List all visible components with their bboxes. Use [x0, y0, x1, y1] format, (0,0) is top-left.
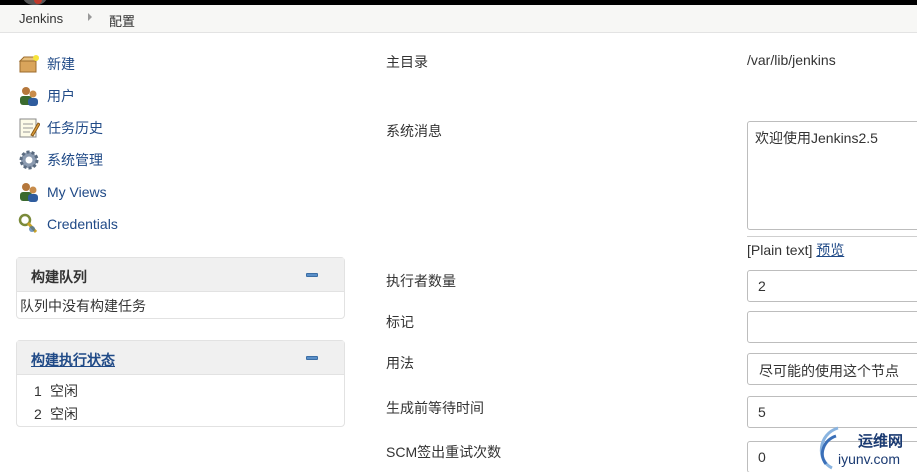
task-credentials-label: Credentials: [47, 216, 118, 232]
people-icon: [17, 180, 41, 204]
home-dir-label: 主目录: [386, 54, 428, 70]
build-queue-empty-text: 队列中没有构建任务: [20, 298, 146, 314]
build-queue-header: 构建队列: [17, 258, 344, 292]
quiet-period-label: 生成前等待时间: [386, 400, 484, 416]
notepad-icon: [17, 116, 41, 140]
executor-row: 1 空闲: [17, 379, 344, 402]
executors-title-link[interactable]: 构建执行状态: [31, 350, 115, 370]
task-build-history[interactable]: 任务历史: [17, 112, 347, 144]
usage-select[interactable]: 尽可能的使用这个节点: [747, 353, 917, 385]
task-my-views-label: My Views: [47, 184, 107, 200]
executor-status: 空闲: [50, 405, 78, 422]
home-dir-value: /var/lib/jenkins: [747, 52, 836, 68]
key-icon: [17, 212, 41, 236]
executors-panel: 构建执行状态 1 空闲 2 空闲: [16, 340, 345, 427]
system-message-label: 系统消息: [386, 123, 442, 139]
task-people-label: 用户: [47, 88, 75, 104]
build-queue-panel: 构建队列 队列中没有构建任务: [16, 257, 345, 319]
scm-retry-label: SCM签出重试次数: [386, 444, 502, 460]
collapse-icon[interactable]: [306, 273, 318, 277]
executors-count-input[interactable]: 2: [747, 270, 917, 302]
task-manage-jenkins[interactable]: 系统管理: [17, 144, 347, 176]
sidebar-tasks: 新建 用户 任务历史 系统管理 My Views Credentials: [17, 48, 347, 240]
people-icon: [17, 84, 41, 108]
build-queue-title: 构建队列: [31, 269, 87, 285]
executor-row: 2 空闲: [17, 402, 344, 425]
task-new-item[interactable]: 新建: [17, 48, 347, 80]
usage-label: 用法: [386, 355, 414, 371]
breadcrumb: Jenkins 配置: [0, 5, 917, 33]
watermark-text-cn: 运维网: [858, 433, 904, 450]
executors-count-label: 执行者数量: [386, 273, 456, 289]
task-manage-jenkins-label: 系统管理: [47, 152, 103, 168]
new-item-icon: [17, 52, 41, 76]
breadcrumb-separator-icon: [88, 13, 92, 21]
task-new-item-label: 新建: [47, 56, 75, 72]
task-build-history-label: 任务历史: [47, 120, 103, 136]
gear-icon: [17, 148, 41, 172]
task-credentials[interactable]: Credentials: [17, 208, 347, 240]
system-message-textarea[interactable]: 欢迎使用Jenkins2.5: [747, 121, 917, 230]
preview-link[interactable]: 预览: [816, 242, 844, 258]
executor-status: 空闲: [50, 382, 78, 399]
collapse-icon[interactable]: [306, 356, 318, 360]
task-my-views[interactable]: My Views: [17, 176, 347, 208]
watermark-text-en: iyunv.com: [838, 451, 900, 467]
labels-label: 标记: [386, 314, 414, 330]
labels-input[interactable]: [747, 311, 917, 343]
textarea-resize-rule[interactable]: [747, 236, 917, 237]
breadcrumb-jenkins[interactable]: Jenkins: [19, 11, 63, 26]
plain-text-label: [Plain text]: [747, 242, 813, 258]
executor-number: 2: [34, 405, 42, 422]
executor-number: 1: [34, 382, 42, 399]
executors-header: 构建执行状态: [17, 341, 344, 375]
breadcrumb-configure[interactable]: 配置: [109, 11, 135, 30]
task-people[interactable]: 用户: [17, 80, 347, 112]
markup-format-line: [Plain text] 预览: [747, 240, 844, 260]
